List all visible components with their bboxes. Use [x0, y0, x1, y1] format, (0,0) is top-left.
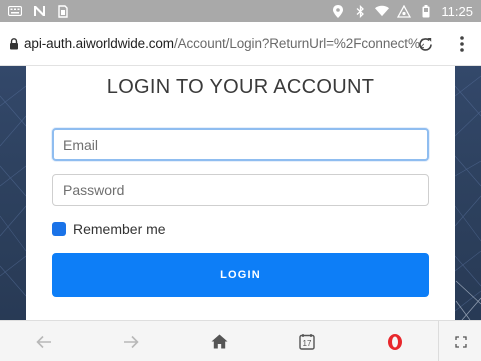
arrow-right-icon — [124, 335, 139, 348]
login-card: LOGIN TO YOUR ACCOUNT Remember me LOGIN — [26, 66, 455, 320]
wifi-icon — [375, 4, 390, 18]
overflow-menu-button[interactable] — [452, 33, 472, 55]
url-path: /Account/Login?ReturnUrl=%2Fconnect%2 — [173, 36, 424, 51]
reload-icon — [418, 37, 432, 51]
back-button[interactable] — [24, 321, 64, 361]
url-text[interactable]: api-auth.aiworldwide.com/Account/Login?R… — [24, 36, 424, 51]
tabs-count: 17 — [303, 339, 312, 348]
n-notification-icon — [32, 4, 46, 18]
url-host: api-auth.aiworldwide.com — [24, 36, 174, 51]
tabs-icon: 17 — [299, 334, 315, 350]
browser-bottom-bar: 17 — [0, 320, 481, 361]
remember-me-row[interactable]: Remember me — [52, 221, 166, 237]
arrow-left-icon — [36, 335, 51, 348]
login-title: LOGIN TO YOUR ACCOUNT — [106, 76, 375, 98]
tabs-button[interactable]: 17 — [287, 321, 327, 361]
bluetooth-icon — [353, 4, 367, 18]
remember-me-checkbox[interactable] — [52, 222, 66, 236]
opera-logo-icon — [388, 333, 402, 350]
status-right-icons: 11:25 — [331, 4, 481, 19]
status-left-icons — [0, 4, 70, 18]
opera-menu-button[interactable] — [375, 321, 415, 361]
sim-card-icon — [56, 4, 70, 18]
overflow-menu-icon — [460, 36, 464, 52]
status-time: 11:25 — [441, 3, 473, 19]
password-field[interactable] — [52, 174, 429, 206]
login-button[interactable]: LOGIN — [52, 253, 429, 297]
reload-button[interactable] — [414, 33, 436, 55]
lock-icon — [9, 37, 19, 50]
home-icon — [211, 334, 227, 349]
keyboard-icon — [8, 4, 22, 18]
email-field[interactable] — [52, 128, 429, 161]
battery-icon — [419, 4, 433, 18]
fullscreen-button[interactable] — [441, 321, 481, 361]
page-content: LOGIN TO YOUR ACCOUNT Remember me LOGIN — [0, 66, 481, 320]
home-button[interactable] — [199, 321, 239, 361]
fullscreen-icon — [455, 335, 467, 348]
address-bar[interactable]: api-auth.aiworldwide.com/Account/Login?R… — [0, 22, 481, 66]
bottom-bar-divider — [438, 321, 439, 361]
no-sim-icon — [397, 4, 412, 18]
status-bar: 11:25 — [0, 0, 481, 22]
remember-me-label[interactable]: Remember me — [73, 221, 166, 237]
forward-button[interactable] — [111, 321, 151, 361]
location-icon — [331, 4, 345, 18]
